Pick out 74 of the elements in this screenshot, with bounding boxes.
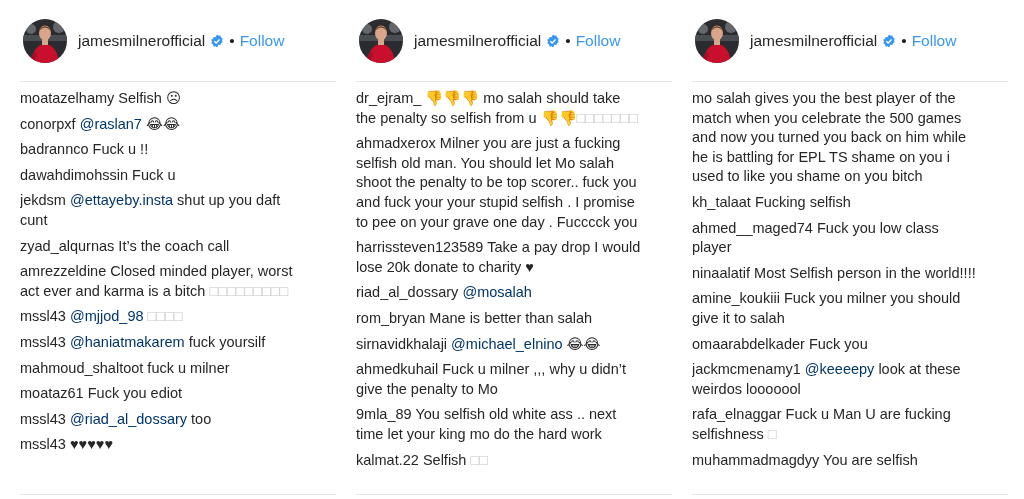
comment-text: 9mla_89 You selfish old white ass .. next time let your king mo do the hard work — [356, 405, 618, 444]
username-link[interactable]: ahmadxerox — [356, 135, 436, 152]
username-link[interactable]: dr_ejram_ — [356, 90, 422, 106]
comment-text: rom_bryan Mane is better than salah — [356, 308, 594, 328]
username-link[interactable]: jekdsm — [20, 192, 66, 209]
comment-text: ninaalatif Most Selfish person in the world!!!! — [692, 263, 977, 283]
separator-dot: • — [229, 31, 235, 50]
comment-text: ahmedkuhail Fuck u milner ,,, why u didn’t give the penalty to Mo — [356, 360, 627, 399]
comment-text: conorpxf @raslan7 😂😂 — [20, 114, 181, 134]
comment-text: zyad_alqurnas It’s the coach call — [20, 236, 231, 256]
comment-text: kh_talaat Fucking selfish — [692, 192, 852, 212]
comment-text: mssl43 @riad_al_dossary too — [20, 409, 213, 429]
comment-text: moatazelhamy Selfish ☹ — [20, 89, 182, 108]
comment-text: mssl43 ♥♥♥♥♥ — [20, 435, 114, 455]
mention-link[interactable]: @keeeepy — [804, 361, 875, 378]
comment-text: omaarabdelkader Fuck you — [692, 334, 869, 354]
comment-text: jekdsm @ettayeby.insta shut up you daft cunt — [20, 191, 282, 230]
username-link[interactable]: jackmcmenamy1 — [692, 361, 801, 378]
comment-text: sirnavidkhalaji @michael_elnino 😂😂 — [356, 334, 602, 354]
comment-text: amrezzeldine Closed minded player, worst act ever and karma is a bitch □□□□□□□□□ — [20, 262, 294, 301]
username-link[interactable]: amine_koukiii — [692, 290, 780, 307]
separator-dot: • — [901, 31, 907, 50]
username-link[interactable]: muhammadmagdyy — [692, 451, 820, 468]
username-link[interactable]: dawahdimohssin — [20, 166, 128, 183]
comment-text: kalmat.22 Selfish □□ — [356, 450, 489, 470]
username-link[interactable]: sirnavidkhalaji — [356, 335, 448, 352]
username-link[interactable]: moataz61 — [20, 385, 84, 402]
comment-text: mahmoud_shaltoot fuck u milner — [20, 358, 231, 378]
comment-text: rafa_elnaggar Fuck u Man U are fucking selfishness □ — [692, 405, 952, 444]
comment-text: ahmed__maged74 Fuck you low class player — [692, 218, 940, 258]
username-link[interactable]: mssl43 — [20, 333, 66, 350]
mention-link[interactable]: @riad_al_dossary — [69, 410, 188, 427]
username-link[interactable]: rom_bryan — [356, 309, 426, 326]
comment-text: mo salah gives you the best player of the match when you celebrate the 500 games and now you turned you back on him while he is battling for EPL TS shame on you i used to like you shame on you bitch — [692, 89, 968, 187]
comment-text: jackmcmenamy1 @keeeepy look at these weirdos looooool — [692, 360, 962, 399]
comment-text: ahmadxerox Milner you are just a fucking selfish old man. You should let Mo salah shoot the penalty to be top scorer.. fuck you and fuck your your stupid selfish . I promise to pee on your grave one day . Fucccck you — [356, 134, 639, 232]
username-link[interactable]: kalmat.22 — [356, 451, 419, 468]
username-link[interactable]: ahmed__maged74 — [692, 219, 813, 236]
username-link[interactable]: 9mla_89 — [356, 406, 412, 423]
username-link[interactable]: jamesmilnerofficial — [78, 31, 206, 50]
username-link[interactable]: ahmedkuhail — [356, 361, 439, 378]
username-link[interactable]: mahmoud_shaltoot — [20, 359, 144, 376]
username-link[interactable]: harrissteven123589 — [356, 239, 484, 256]
username-link[interactable]: mssl43 — [20, 436, 66, 453]
comment-text: amine_koukiii Fuck you milner you should give it to salah — [692, 289, 962, 328]
username-link[interactable]: kh_talaat — [692, 193, 751, 210]
comment-text: muhammadmagdyy You are selfish — [692, 450, 919, 470]
username-link[interactable]: jamesmilnerofficial — [414, 31, 542, 50]
username-link[interactable]: riad_al_dossary — [356, 284, 459, 301]
comment-text: harrissteven123589 Take a pay drop I would lose 20k donate to charity ♥ — [356, 238, 642, 277]
comment-text: badrannco Fuck u !! — [20, 140, 150, 160]
username-link[interactable]: zyad_alqurnas — [20, 237, 115, 254]
username-link[interactable]: rafa_elnaggar — [692, 406, 782, 423]
comment-text: moataz61 Fuck you ediot — [20, 384, 184, 404]
username-link[interactable]: amrezzeldine — [20, 263, 107, 280]
mention-link[interactable]: @mosalah — [462, 284, 532, 301]
mention-link[interactable]: @mjjod_98 — [69, 308, 144, 325]
comment-text: dr_ejram_ 👎👎👎 mo salah should take the penalty so selfish from u 👎👎□□□□□□□ — [356, 89, 639, 128]
comment-text: mssl43 @haniatmakarem fuck yoursilf — [20, 332, 267, 352]
username-link[interactable]: moatazelhamy — [20, 90, 115, 106]
username-link[interactable]: mssl43 — [20, 308, 66, 325]
comment-text: mssl43 @mjjod_98 □□□□ — [20, 307, 184, 327]
username-link[interactable]: mssl43 — [20, 410, 66, 427]
mention-link[interactable]: @ettayeby.insta — [69, 192, 174, 209]
mention-link[interactable]: @raslan7 — [79, 115, 142, 132]
username-link[interactable]: conorpxf — [20, 115, 76, 132]
username-link[interactable]: jamesmilnerofficial — [750, 31, 878, 50]
comment-text: dawahdimohssin Fuck u — [20, 165, 177, 185]
mention-link[interactable]: @michael_elnino — [451, 335, 563, 352]
separator-dot: • — [565, 31, 571, 50]
username-link[interactable]: ninaalatif — [692, 264, 751, 281]
mention-link[interactable]: @haniatmakarem — [69, 333, 185, 350]
username-link[interactable]: omaarabdelkader — [692, 335, 805, 352]
username-link[interactable]: badrannco — [20, 141, 89, 158]
